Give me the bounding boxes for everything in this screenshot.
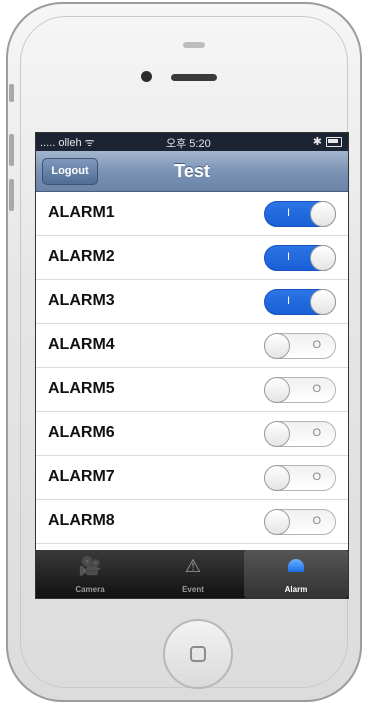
alarm-row: ALARM2 I [36,236,348,280]
tab-event[interactable]: ⚠ Event [141,550,245,598]
tab-alarm[interactable]: Alarm [244,550,348,598]
alarm-row: ALARM7 O [36,456,348,500]
carrier-label: ..... olleh ᯤ [40,137,95,149]
switch-knob[interactable] [264,377,290,403]
switch-on-mark: I [287,251,291,263]
volume-up-button [9,134,14,166]
tab-label: Alarm [284,585,308,594]
switch-knob[interactable] [310,201,336,227]
switch-knob[interactable] [264,465,290,491]
alarm-toggle-switch[interactable]: I [264,245,336,271]
volume-down-button [9,179,14,211]
alarm-row: ALARM4 O [36,324,348,368]
alarm-toggle-switch[interactable]: O [264,465,336,491]
alarm-bell-icon [244,556,348,577]
switch-knob[interactable] [310,245,336,271]
home-button[interactable] [163,619,233,689]
navigation-bar: Logout Test [36,151,348,192]
alarm-label: ALARM5 [48,380,115,397]
app-screen: ..... olleh ᯤ 오후 5:20 ✱ Logout Test ALAR… [35,132,349,599]
home-square-icon [190,646,206,662]
tab-label: Camera [75,585,105,594]
alarm-list: ALARM1 I ALARM2 I ALARM3 I ALARM4 O ALARM5 O ALARM… [36,192,348,544]
switch-knob[interactable] [264,333,290,359]
switch-on-mark: I [287,295,291,307]
alarm-row: ALARM6 O [36,412,348,456]
alarm-toggle-switch[interactable]: I [264,289,336,315]
tab-camera[interactable]: 🎥 Camera [38,550,142,598]
alarm-toggle-switch[interactable]: I [264,201,336,227]
mute-switch [9,84,14,102]
status-bar: ..... olleh ᯤ 오후 5:20 ✱ [36,133,348,151]
switch-off-mark: O [312,427,321,439]
alarm-toggle-switch[interactable]: O [264,333,336,359]
switch-on-mark: I [287,207,291,219]
alarm-toggle-switch[interactable]: O [264,377,336,403]
switch-off-mark: O [312,471,321,483]
alarm-toggle-switch[interactable]: O [264,421,336,447]
alarm-label: ALARM2 [48,248,115,265]
tab-bar: 🎥 Camera ⚠ Event Alarm [36,550,348,598]
switch-knob[interactable] [264,509,290,535]
alarm-label: ALARM3 [48,292,115,309]
alarm-toggle-switch[interactable]: O [264,509,336,535]
alarm-row: ALARM8 O [36,500,348,544]
warning-icon: ⚠ [184,556,202,576]
switch-knob[interactable] [264,421,290,447]
bluetooth-icon: ✱ [312,136,322,148]
battery-icon [326,137,342,147]
earpiece [171,74,217,81]
switch-off-mark: O [312,383,321,395]
alarm-row: ALARM5 O [36,368,348,412]
alarm-label: ALARM1 [48,204,115,221]
switch-knob[interactable] [310,289,336,315]
status-time: 오후 5:20 [166,138,211,150]
camera-icon: 🎥 [78,556,102,576]
alarm-label: ALARM4 [48,336,115,353]
alarm-row: ALARM3 I [36,280,348,324]
switch-off-mark: O [312,515,321,527]
alarm-label: ALARM8 [48,512,115,529]
top-speaker [183,42,205,48]
alarm-row: ALARM1 I [36,192,348,236]
logout-button[interactable]: Logout [42,158,98,185]
alarm-label: ALARM7 [48,468,115,485]
alarm-label: ALARM6 [48,424,115,441]
switch-off-mark: O [312,339,321,351]
front-camera [141,71,152,82]
tab-label: Event [182,585,204,594]
